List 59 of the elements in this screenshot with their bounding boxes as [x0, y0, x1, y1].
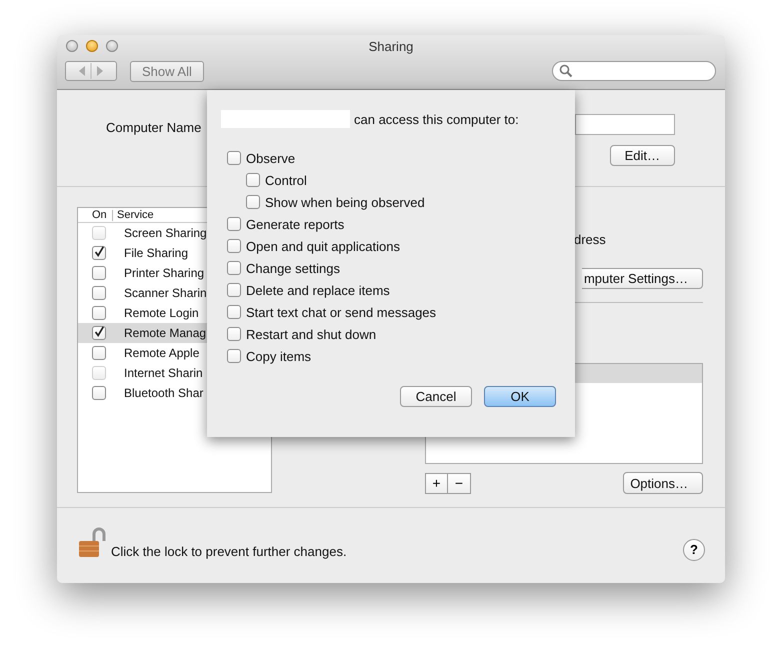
help-button[interactable]: ? — [683, 538, 705, 560]
service-name: Remote Manag — [124, 326, 206, 340]
column-header[interactable]: Service — [113, 209, 154, 221]
checkbox[interactable] — [92, 246, 106, 260]
close-icon[interactable] — [66, 40, 78, 52]
option-label: Observe — [246, 150, 296, 166]
checkbox[interactable] — [227, 261, 241, 275]
service-name: Remote Apple — [124, 346, 200, 360]
checkbox[interactable] — [92, 326, 106, 340]
option-label: Open and quit applications — [246, 238, 400, 254]
service-name: Scanner Sharin — [124, 286, 207, 300]
options-button[interactable]: Options… — [623, 472, 703, 494]
service-name: File Sharing — [124, 246, 188, 260]
checkbox[interactable] — [92, 386, 106, 400]
checkbox[interactable] — [227, 305, 241, 319]
service-name: Internet Sharin — [124, 366, 203, 380]
checkbox[interactable] — [227, 283, 241, 297]
zoom-icon[interactable] — [106, 40, 118, 52]
checkbox[interactable] — [227, 327, 241, 341]
service-name: Printer Sharing — [124, 266, 204, 280]
minimize-icon[interactable] — [86, 40, 98, 52]
unlocked-padlock-icon[interactable] — [77, 526, 107, 558]
show-all-button[interactable]: Show All — [130, 60, 204, 82]
checkbox[interactable] — [246, 195, 260, 209]
window-title: Sharing — [368, 38, 414, 54]
checkbox[interactable] — [92, 266, 106, 280]
search-icon — [559, 64, 573, 78]
option-label: Control — [265, 172, 307, 188]
option-label: Change settings — [246, 260, 340, 276]
checkbox[interactable] — [92, 286, 106, 300]
checkbox[interactable] — [227, 151, 241, 165]
checkbox[interactable] — [92, 346, 106, 360]
service-name: Remote Login — [124, 306, 199, 320]
option-label: Generate reports — [246, 216, 344, 232]
back-forward-control[interactable] — [65, 61, 117, 81]
checkbox[interactable] — [227, 239, 241, 253]
address-text: dress — [574, 232, 606, 247]
service-name: Bluetooth Shar — [124, 386, 204, 400]
lock-message: Click the lock to prevent further changes. — [111, 544, 347, 559]
computer-name-field[interactable] — [575, 114, 675, 135]
checkbox[interactable] — [246, 173, 260, 187]
search-field[interactable] — [552, 61, 716, 81]
option-label: Copy items — [246, 348, 312, 364]
computer-name-label: Computer Name — [106, 120, 202, 137]
option-label: Start text chat or send messages — [246, 304, 436, 320]
option-label: Show when being observed — [265, 194, 425, 210]
add-button[interactable]: + — [425, 472, 448, 494]
column-header[interactable]: On — [78, 210, 113, 220]
edit-button[interactable]: Edit… — [610, 145, 675, 166]
service-name: Screen Sharing — [124, 226, 207, 240]
remove-button[interactable]: − — [448, 472, 471, 494]
sheet-prompt: can access this computer to: — [354, 112, 519, 126]
checkbox[interactable] — [227, 349, 241, 363]
checkbox[interactable] — [92, 306, 106, 320]
computer-settings-button[interactable]: mputer Settings… — [582, 268, 703, 289]
checkbox[interactable] — [227, 217, 241, 231]
option-label: Delete and replace items — [246, 282, 390, 298]
ok-button[interactable]: OK — [484, 386, 556, 407]
cancel-button[interactable]: Cancel — [400, 386, 472, 407]
